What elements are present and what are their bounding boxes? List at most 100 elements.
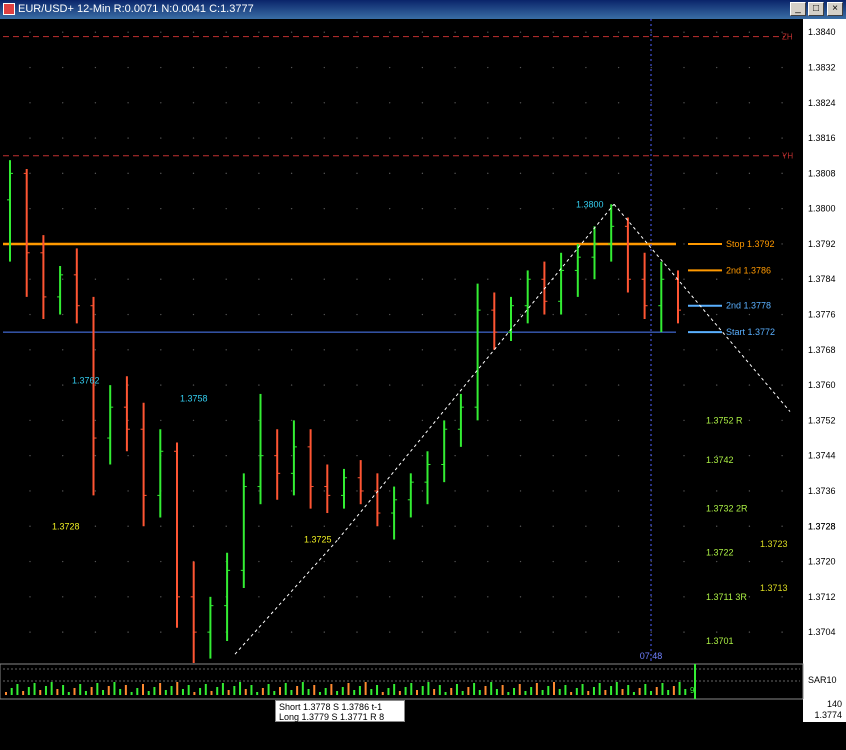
grid-dot xyxy=(356,419,358,422)
price-chart[interactable]: ZH YH Stop 1.3792 2nd 1.3786 2nd 1.3778 Start… xyxy=(0,19,846,750)
grid-dot xyxy=(323,31,325,33)
grid-dot xyxy=(748,313,751,316)
grid-dot xyxy=(29,490,31,492)
grid-dot xyxy=(127,313,129,316)
grid-dot xyxy=(389,31,391,33)
grid-dot xyxy=(192,313,195,316)
grid-dot xyxy=(94,66,97,69)
grid-dot xyxy=(290,419,293,422)
grid-dot xyxy=(62,349,64,351)
grid-dot xyxy=(552,384,554,386)
grid-dot xyxy=(617,384,620,386)
side-value-label: 1.3713 xyxy=(760,583,788,593)
grid-dot xyxy=(585,278,587,280)
grid-dot xyxy=(323,631,325,633)
grid-dot xyxy=(356,596,358,598)
grid-dot xyxy=(552,137,554,139)
grid-dot xyxy=(421,525,424,527)
y-tick-label: 1.3760 xyxy=(808,380,836,390)
grid-dot xyxy=(617,596,620,598)
grid-dot xyxy=(585,596,587,598)
grid-dot xyxy=(552,349,554,351)
grid-dot xyxy=(356,207,358,210)
grid-dot xyxy=(552,490,554,492)
grid-dot xyxy=(160,102,162,104)
grid-dot xyxy=(225,384,227,386)
grid-dot xyxy=(323,66,325,69)
grid-dot xyxy=(585,525,587,527)
grid-dot xyxy=(552,102,554,104)
x-tick-label: 8 xyxy=(649,725,654,735)
grid-dot xyxy=(519,313,522,316)
grid-dot xyxy=(748,631,751,633)
grid-dot xyxy=(683,384,685,386)
maximize-button[interactable]: □ xyxy=(808,2,824,16)
grid-dot xyxy=(94,102,97,104)
grid-dot xyxy=(683,207,685,210)
grid-dot xyxy=(781,243,783,245)
grid-dot xyxy=(421,66,424,69)
grid-dot xyxy=(225,419,227,422)
grid-dot xyxy=(421,313,424,316)
grid-dot xyxy=(781,137,783,139)
y-tick-label: 1.3712 xyxy=(808,592,836,602)
grid-dot xyxy=(650,631,652,633)
grid-dot xyxy=(781,207,783,210)
grid-dot xyxy=(258,278,260,280)
grid-dot xyxy=(290,137,293,139)
x-tick-label: 19 xyxy=(221,725,231,735)
grid-dot xyxy=(29,525,31,527)
grid-dot xyxy=(650,31,652,33)
grid-dot xyxy=(225,137,227,139)
x-tick-label: 12 xyxy=(777,725,787,735)
grid-dot xyxy=(389,137,391,139)
target-level-label: Start 1.3772 xyxy=(726,327,775,337)
y-tick-label: 1.3800 xyxy=(808,204,836,214)
time-marker-label: 07:48 xyxy=(640,651,663,661)
grid-dot xyxy=(716,490,718,492)
projection-label: 1.3701 xyxy=(706,636,734,646)
x-tick-label: 9 xyxy=(681,725,686,735)
grid-dot xyxy=(454,102,456,104)
grid-dot xyxy=(258,102,260,104)
close-button[interactable]: × xyxy=(827,2,843,16)
grid-dot xyxy=(519,596,522,598)
grid-dot xyxy=(585,172,587,175)
grid-dot xyxy=(487,172,489,175)
grid-dot xyxy=(29,560,31,563)
y-tick-label: 1.3704 xyxy=(808,627,836,637)
grid-dot xyxy=(62,31,64,33)
grid-dot xyxy=(421,31,424,33)
grid-dot xyxy=(290,31,293,33)
grid-dot xyxy=(160,349,162,351)
y-tick-label: 1.3808 xyxy=(808,168,836,178)
target-level-label: 2nd 1.3786 xyxy=(726,265,771,275)
grid-dot xyxy=(160,207,162,210)
y-tick-label: 1.3792 xyxy=(808,239,836,249)
grid-dot xyxy=(748,102,751,104)
grid-dot xyxy=(258,596,260,598)
window-titlebar[interactable]: EUR/USD+ 12-Min R:0.0071 N:0.0041 C:1.37… xyxy=(0,0,846,19)
grid-dot xyxy=(290,278,293,280)
grid-dot xyxy=(552,66,554,69)
grid-dot xyxy=(487,66,489,69)
grid-dot xyxy=(585,66,587,69)
grid-dot xyxy=(683,278,685,280)
grid-dot xyxy=(29,31,31,33)
grid-dot xyxy=(290,349,293,351)
grid-dot xyxy=(62,631,64,633)
minimize-button[interactable]: _ xyxy=(790,2,806,16)
indicator-value: 140 xyxy=(826,699,842,709)
grid-dot xyxy=(650,596,652,598)
grid-dot xyxy=(62,66,64,69)
grid-dot xyxy=(290,490,293,492)
grid-dot xyxy=(290,102,293,104)
grid-dot xyxy=(683,66,685,69)
grid-dot xyxy=(94,278,97,280)
grid-dot xyxy=(748,278,751,280)
trendline xyxy=(337,203,615,540)
grid-dot xyxy=(356,490,358,492)
grid-dot xyxy=(617,31,620,33)
info-long-line: Long 1.3779 S 1.3771 R 8 xyxy=(279,712,385,722)
grid-dot xyxy=(62,596,64,598)
